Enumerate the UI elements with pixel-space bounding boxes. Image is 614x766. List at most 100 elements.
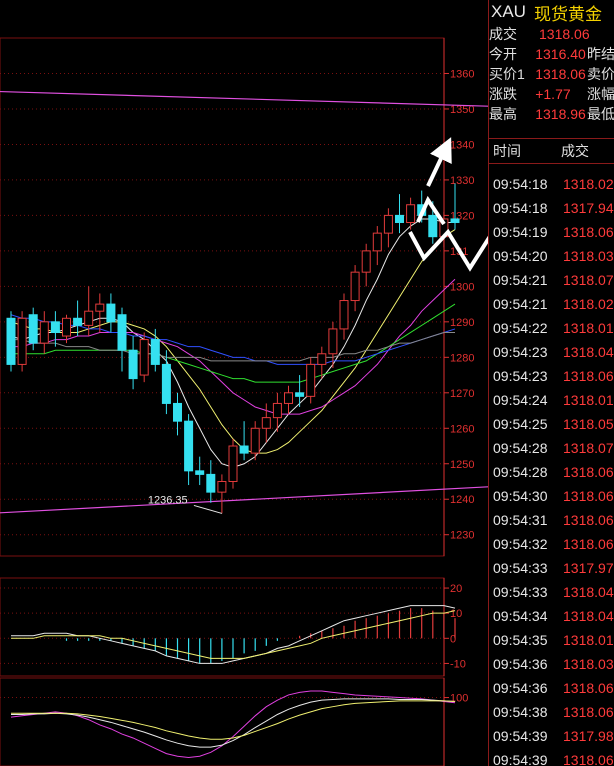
- tick-price: 1318.01: [563, 320, 614, 336]
- candle-body: [272, 402, 282, 419]
- tick-row[interactable]: 09:54:18 1317.94: [489, 196, 614, 220]
- tick-price: 1318.06: [563, 224, 614, 240]
- kline-chart[interactable]: 1230124012501260127012801290130013113201…: [0, 0, 488, 766]
- symbol-code: XAU: [491, 2, 526, 21]
- tick-row[interactable]: 09:54:20 1318.03: [489, 244, 614, 268]
- tick-row[interactable]: 09:54:28 1318.07: [489, 436, 614, 460]
- y-tick-label: 1290: [450, 317, 474, 329]
- tick-time: 09:54:21: [493, 272, 548, 288]
- tick-time: 09:54:18: [493, 200, 548, 216]
- candle-body: [417, 204, 427, 216]
- tick-row[interactable]: 09:54:30 1318.06: [489, 484, 614, 508]
- tick-row[interactable]: 09:54:23 1318.04: [489, 340, 614, 364]
- tick-time: 09:54:20: [493, 248, 548, 264]
- tick-row[interactable]: 09:54:21 1318.02: [489, 292, 614, 316]
- kdj-line: [11, 698, 456, 748]
- tick-row[interactable]: 09:54:21 1318.07: [489, 268, 614, 292]
- y-tick-label: 1240: [450, 494, 474, 506]
- tick-row[interactable]: 09:54:39 1317.98: [489, 724, 614, 748]
- tick-time: 09:54:31: [493, 512, 548, 528]
- tick-time: 09:54:21: [493, 296, 548, 312]
- tick-price: 1318.06: [563, 368, 614, 384]
- quote-label: 最高: [489, 106, 517, 122]
- tick-price: 1318.06: [563, 464, 614, 480]
- candle-body: [328, 328, 338, 355]
- quote-value: 1318.96: [535, 106, 586, 122]
- quote-extra-label: 昨结: [587, 46, 614, 62]
- candle-body: [161, 363, 171, 404]
- y-tick-label: 20: [450, 583, 462, 595]
- quote-label: 涨跌: [489, 86, 517, 102]
- quote-panel: XAU 现货黄金 成交 1318.06 今开 1316.40 昨结 买价1 1318.06 卖…: [488, 0, 614, 766]
- tick-time: 09:54:22: [493, 320, 548, 336]
- tick-price: 1317.94: [563, 200, 614, 216]
- tick-price: 1318.02: [563, 296, 614, 312]
- candle-body: [317, 353, 327, 365]
- tick-row[interactable]: 09:54:35 1318.01: [489, 628, 614, 652]
- candle-body: [195, 470, 205, 475]
- tick-time: 09:54:36: [493, 680, 548, 696]
- candle-body: [450, 218, 460, 223]
- y-tick-label: 1270: [450, 388, 474, 400]
- y-tick-label: 1340: [450, 139, 474, 151]
- kdj-line: [11, 700, 456, 740]
- tick-row[interactable]: 09:54:18 1318.02: [489, 172, 614, 196]
- candle-body: [28, 314, 38, 344]
- tick-row[interactable]: 09:54:31 1318.06: [489, 508, 614, 532]
- tick-price: 1318.03: [563, 656, 614, 672]
- tick-time: 09:54:18: [493, 176, 548, 192]
- tick-row[interactable]: 09:54:28 1318.06: [489, 460, 614, 484]
- tick-row[interactable]: 09:54:33 1318.04: [489, 580, 614, 604]
- tick-price: 1318.06: [563, 704, 614, 720]
- quote-row: 涨跌 +1.77 涨幅: [489, 84, 614, 104]
- tick-time: 09:54:36: [493, 656, 548, 672]
- candle-body: [250, 427, 260, 454]
- tick-row[interactable]: 09:54:22 1318.01: [489, 316, 614, 340]
- candle-body: [339, 300, 349, 330]
- candle-body: [395, 214, 404, 223]
- tick-row[interactable]: 09:54:32 1318.06: [489, 532, 614, 556]
- tick-row[interactable]: 09:54:34 1318.04: [489, 604, 614, 628]
- y-tick-label: 131: [450, 246, 468, 258]
- tick-price: 1317.98: [563, 728, 614, 744]
- quote-row: 最高 1318.96 最低: [489, 104, 614, 124]
- tick-time: 09:54:28: [493, 464, 548, 480]
- tick-row[interactable]: 09:54:36 1318.03: [489, 652, 614, 676]
- tick-row[interactable]: 09:54:23 1318.06: [489, 364, 614, 388]
- tick-row[interactable]: 09:54:24 1318.01: [489, 388, 614, 412]
- tick-row[interactable]: 09:54:36 1318.06: [489, 676, 614, 700]
- tick-list[interactable]: 09:54:18 1318.02 09:54:18 1317.94 09:54:19 13…: [489, 172, 614, 766]
- tick-time: 09:54:34: [493, 608, 548, 624]
- tick-row[interactable]: 09:54:25 1318.05: [489, 412, 614, 436]
- tick-price: 1318.06: [563, 680, 614, 696]
- quote-row: 买价1 1318.06 卖价: [489, 64, 614, 84]
- y-tick-label: 1330: [450, 175, 474, 187]
- tick-price: 1318.04: [563, 584, 614, 600]
- kline-chart-area[interactable]: 1230 1240 1250 1260 1270 1280 1290 1300 131 1320 1…: [0, 0, 614, 766]
- ticks-time-header: 时间: [493, 143, 521, 159]
- ma-line-ma10: [10, 229, 456, 454]
- tick-price: 1318.04: [563, 608, 614, 624]
- candle-body: [62, 317, 71, 337]
- quote-label: 今开: [489, 46, 517, 62]
- tick-row[interactable]: 09:54:38 1318.06: [489, 700, 614, 724]
- candle-body: [73, 317, 83, 326]
- quote-extra-label: 涨幅: [587, 86, 614, 102]
- candle-body: [106, 303, 116, 323]
- candle-body: [406, 204, 416, 223]
- trendline: [0, 486, 488, 514]
- y-tick-label: 1300: [450, 281, 474, 293]
- y-tick-label: 1230: [450, 530, 474, 542]
- tick-row[interactable]: 09:54:33 1317.97: [489, 556, 614, 580]
- quote-label: 买价1: [489, 66, 525, 82]
- candle-body: [39, 321, 49, 344]
- candle-body: [372, 232, 382, 252]
- tick-time: 09:54:39: [493, 728, 548, 744]
- tick-row[interactable]: 09:54:39 1318.06: [489, 748, 614, 766]
- tick-price: 1318.06: [563, 536, 614, 552]
- y-tick-label: 1250: [450, 459, 474, 471]
- tick-row[interactable]: 09:54:19 1318.06: [489, 220, 614, 244]
- quote-value: +1.77: [535, 86, 571, 102]
- candle-body: [139, 339, 149, 376]
- candle-body: [439, 218, 449, 238]
